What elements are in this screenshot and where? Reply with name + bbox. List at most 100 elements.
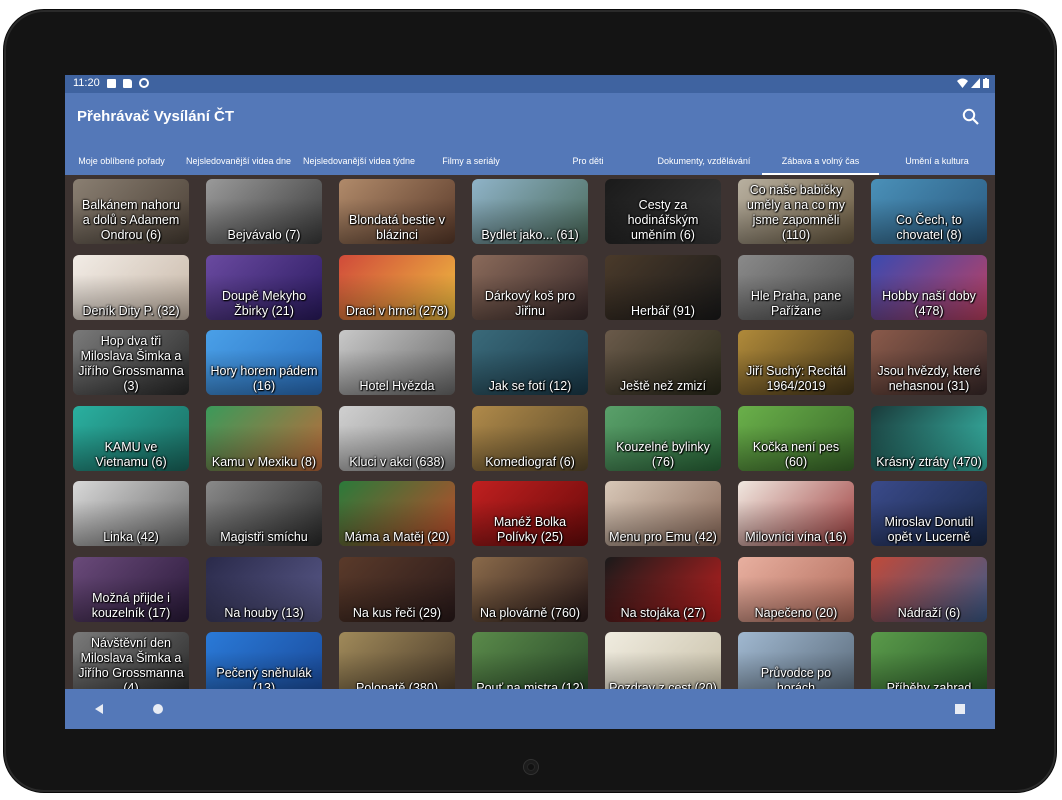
app-bar: Přehrávač Vysílání ČT xyxy=(65,93,995,147)
show-title: Pozdrav z cest (20) xyxy=(609,681,717,689)
show-title: Jsou hvězdy, které nehasnou (31) xyxy=(877,364,981,393)
show-title: Pouť na mistra (12) xyxy=(476,681,584,689)
show-tile[interactable]: Na houby (13) xyxy=(206,557,322,622)
show-title: Krásný ztráty (470) xyxy=(876,455,982,469)
show-tile[interactable]: Hory horem pádem (16) xyxy=(206,330,322,395)
show-tile[interactable]: Hop dva tři Miloslava Šimka a Jiřího Gro… xyxy=(73,330,189,395)
back-icon[interactable] xyxy=(93,703,105,715)
show-title: Jiří Suchý: Recitál 1964/2019 xyxy=(745,364,847,393)
show-title: Návštěvní den Miloslava Šimka a Jiřího G… xyxy=(78,636,184,689)
show-title: Magistři smíchu xyxy=(220,530,308,544)
tab-arts-culture[interactable]: Umění a kultura xyxy=(885,147,989,175)
show-title: Bydlet jako... (61) xyxy=(481,228,579,242)
tab-most-watched-week[interactable]: Nejsledovanější videa týdne xyxy=(297,147,421,175)
show-tile[interactable]: Balkánem nahoru a dolů s Adamem Ondrou (… xyxy=(73,179,189,244)
show-title: Průvodce po horách xyxy=(760,666,832,689)
show-tile[interactable]: Na stojáka (27) xyxy=(605,557,721,622)
show-tile[interactable]: Hobby naší doby (478) xyxy=(871,255,987,320)
tab-favorite-shows[interactable]: Moje oblíbené pořady xyxy=(65,147,178,175)
show-tile[interactable]: Ještě než zmizí xyxy=(605,330,721,395)
show-title: Manéž Bolka Polívky (25) xyxy=(493,515,567,544)
tab-kids[interactable]: Pro děti xyxy=(543,147,633,175)
show-title: Pečený sněhulák (13) xyxy=(216,666,312,689)
recents-icon[interactable] xyxy=(954,703,966,715)
show-tile[interactable]: Návštěvní den Miloslava Šimka a Jiřího G… xyxy=(73,632,189,689)
show-title: Draci v hrnci (278) xyxy=(345,304,449,318)
show-title: Bejvávalo (7) xyxy=(227,228,301,242)
show-title: Doupě Mekyho Žbirky (21) xyxy=(221,289,307,318)
show-tile[interactable]: Příběhy zahrad xyxy=(871,632,987,689)
show-tile[interactable]: Draci v hrnci (278) xyxy=(339,255,455,320)
tab-most-watched-day[interactable]: Nejsledovanější videa dne xyxy=(180,147,297,175)
show-tile[interactable]: Kočka není pes (60) xyxy=(738,406,854,471)
show-tile[interactable]: Manéž Bolka Polívky (25) xyxy=(472,481,588,546)
show-tile[interactable]: Magistři smíchu xyxy=(206,481,322,546)
show-tile[interactable]: Na kus řeči (29) xyxy=(339,557,455,622)
status-bar: 11:20 xyxy=(65,75,995,93)
app-screen: 11:20 Přehrávač Vysílání ČT Moje oblíben… xyxy=(65,75,995,729)
show-tile[interactable]: Deník Dity P. (32) xyxy=(73,255,189,320)
show-tile[interactable]: Jak se fotí (12) xyxy=(472,330,588,395)
show-tile[interactable]: Co naše babičky uměly a na co my jsme za… xyxy=(738,179,854,244)
show-tile[interactable]: Jiří Suchý: Recitál 1964/2019 xyxy=(738,330,854,395)
show-tile[interactable]: Komediograf (6) xyxy=(472,406,588,471)
battery-icon xyxy=(983,78,989,88)
show-tile[interactable]: Na plovárně (760) xyxy=(472,557,588,622)
show-title: Co Čech, to chovatel (8) xyxy=(895,213,962,242)
show-tile[interactable]: Pouť na mistra (12) xyxy=(472,632,588,689)
show-title: Kočka není pes (60) xyxy=(752,440,840,469)
show-tile[interactable]: Hotel Hvězda xyxy=(339,330,455,395)
show-title: Menu pro Emu (42) xyxy=(609,530,717,544)
show-tile[interactable]: Pečený sněhulák (13) xyxy=(206,632,322,689)
show-title: Nádraží (6) xyxy=(897,606,961,620)
show-tile[interactable]: Hle Praha, pane Pařížane xyxy=(738,255,854,320)
show-tile[interactable]: Kluci v akci (638) xyxy=(339,406,455,471)
show-title: Na stojáka (27) xyxy=(620,606,706,620)
show-tile[interactable]: Nádraží (6) xyxy=(871,557,987,622)
show-tile[interactable]: Jsou hvězdy, které nehasnou (31) xyxy=(871,330,987,395)
tab-documentaries[interactable]: Dokumenty, vzdělávání xyxy=(645,147,763,175)
sync-icon xyxy=(139,78,149,88)
show-tile[interactable]: Krásný ztráty (470) xyxy=(871,406,987,471)
tab-movies-series[interactable]: Filmy a seriály xyxy=(421,147,521,175)
show-title: Milovníci vína (16) xyxy=(745,530,847,544)
show-title: Hotel Hvězda xyxy=(359,379,435,393)
app-title: Přehrávač Vysílání ČT xyxy=(77,108,235,125)
show-title: Linka (42) xyxy=(103,530,159,544)
show-title: Na kus řeči (29) xyxy=(352,606,442,620)
show-tile[interactable]: Co Čech, to chovatel (8) xyxy=(871,179,987,244)
tab-entertainment[interactable]: Zábava a volný čas xyxy=(762,147,879,175)
show-title: Deník Dity P. (32) xyxy=(82,304,180,318)
home-icon[interactable] xyxy=(152,703,164,715)
show-tile[interactable]: Blondatá bestie v blázinci xyxy=(339,179,455,244)
show-tile[interactable]: Kamu v Mexiku (8) xyxy=(206,406,322,471)
show-title: Cesty za hodinářským uměním (6) xyxy=(627,198,699,242)
show-tile[interactable]: Linka (42) xyxy=(73,481,189,546)
show-title: Příběhy zahrad xyxy=(886,681,972,689)
show-tile[interactable]: Průvodce po horách xyxy=(738,632,854,689)
search-icon[interactable] xyxy=(961,107,981,127)
show-tile[interactable]: Máma a Matěj (20) xyxy=(339,481,455,546)
navigation-bar xyxy=(65,689,995,729)
show-title: Možná přijde i kouzelník (17) xyxy=(91,591,171,620)
show-tile[interactable]: Doupě Mekyho Žbirky (21) xyxy=(206,255,322,320)
show-tile[interactable]: Bydlet jako... (61) xyxy=(472,179,588,244)
show-tile[interactable]: Pozdrav z cest (20) xyxy=(605,632,721,689)
show-tile[interactable]: Napečeno (20) xyxy=(738,557,854,622)
show-title: Ještě než zmizí xyxy=(619,379,707,393)
show-tile[interactable]: Cesty za hodinářským uměním (6) xyxy=(605,179,721,244)
show-tile[interactable]: Polopatě (380) xyxy=(339,632,455,689)
show-title: Hory horem pádem (16) xyxy=(210,364,318,393)
show-tile[interactable]: Miroslav Donutil opět v Lucerně xyxy=(871,481,987,546)
show-title: Kouzelné bylinky (76) xyxy=(616,440,710,469)
show-tile[interactable]: Bejvávalo (7) xyxy=(206,179,322,244)
show-tile[interactable]: Kouzelné bylinky (76) xyxy=(605,406,721,471)
show-tile[interactable]: Milovníci vína (16) xyxy=(738,481,854,546)
show-tile[interactable]: Menu pro Emu (42) xyxy=(605,481,721,546)
show-tile[interactable]: Možná přijde i kouzelník (17) xyxy=(73,557,189,622)
show-tile[interactable]: KAMU ve Vietnamu (6) xyxy=(73,406,189,471)
shows-grid: Balkánem nahoru a dolů s Adamem Ondrou (… xyxy=(65,175,995,689)
show-tile[interactable]: Dárkový koš pro Jiřinu xyxy=(472,255,588,320)
show-tile[interactable]: Herbář (91) xyxy=(605,255,721,320)
front-camera xyxy=(524,760,538,774)
